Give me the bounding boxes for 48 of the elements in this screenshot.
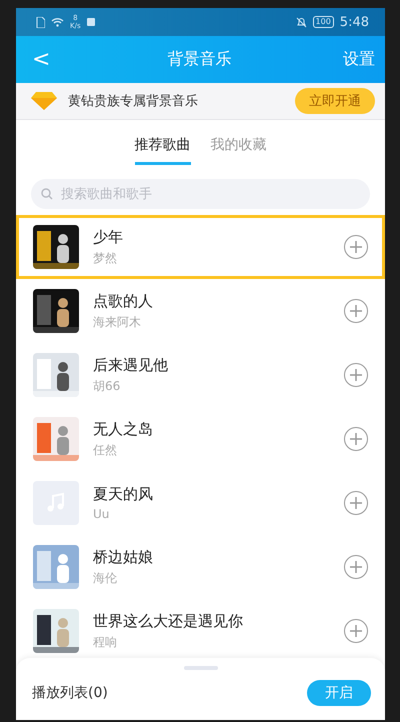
artist-name: 任然 [93,442,118,458]
artist-name: 海伦 [93,570,118,586]
artist-name: 程响 [93,634,118,650]
song-title: 后来遇见他 [93,356,169,374]
add-button[interactable] [344,299,368,323]
sim-card-icon [36,16,45,28]
song-row[interactable]: 点歌的人 海来阿木 [16,279,385,343]
song-row[interactable]: 夏天的风 Uu [16,471,385,535]
plus-icon [350,241,362,253]
song-title: 世界这么大还是遇见你 [93,612,244,630]
diamond-icon [30,91,58,111]
clock-time: 5:48 [340,14,369,30]
song-row[interactable]: 无人之岛 任然 [16,407,385,471]
song-title: 点歌的人 [93,292,154,310]
song-title: 桥边姑娘 [93,548,154,566]
song-title: 夏天的风 [93,485,154,504]
plus-icon [350,305,362,317]
add-button[interactable] [344,363,368,387]
song-title: 少年 [93,228,124,246]
song-row[interactable]: 桥边姑娘 海伦 [16,535,385,599]
search-field[interactable]: 搜索歌曲和歌手 [31,179,370,209]
page-title: 背景音乐 [166,49,233,70]
highlighted-song-row[interactable]: 少年 梦然 [16,215,385,279]
bell-off-icon [296,16,307,28]
artist-name: 胡66 [93,378,122,394]
artist-name: 海来阿木 [93,314,142,330]
plus-icon [350,625,362,637]
add-button[interactable] [344,427,368,451]
search-input[interactable]: 搜索歌曲和歌手 [59,186,360,202]
battery-level: 100 [312,16,334,28]
plus-icon [350,433,362,445]
vip-promo-text: 黄钻贵族专属背景音乐 [68,93,199,110]
song-row[interactable]: 后来遇见他 胡66 [16,343,385,407]
search-icon [41,188,53,200]
tab[interactable]: 推荐歌曲 [134,136,190,165]
artist-name: Uu [93,507,110,521]
plus-icon [350,369,362,381]
wifi-icon [51,17,64,27]
add-button[interactable] [344,235,368,259]
song-title: 无人之岛 [93,420,154,438]
song-row[interactable]: 世界这么大还是遇见你 程响 [16,599,385,658]
add-button[interactable] [344,555,368,579]
playlist-label: 播放列表(0) [32,684,109,702]
add-button[interactable] [344,619,368,643]
plus-icon [350,497,362,509]
plus-icon [350,561,362,573]
artist-name: 梦然 [93,250,118,266]
add-button[interactable] [344,491,368,515]
